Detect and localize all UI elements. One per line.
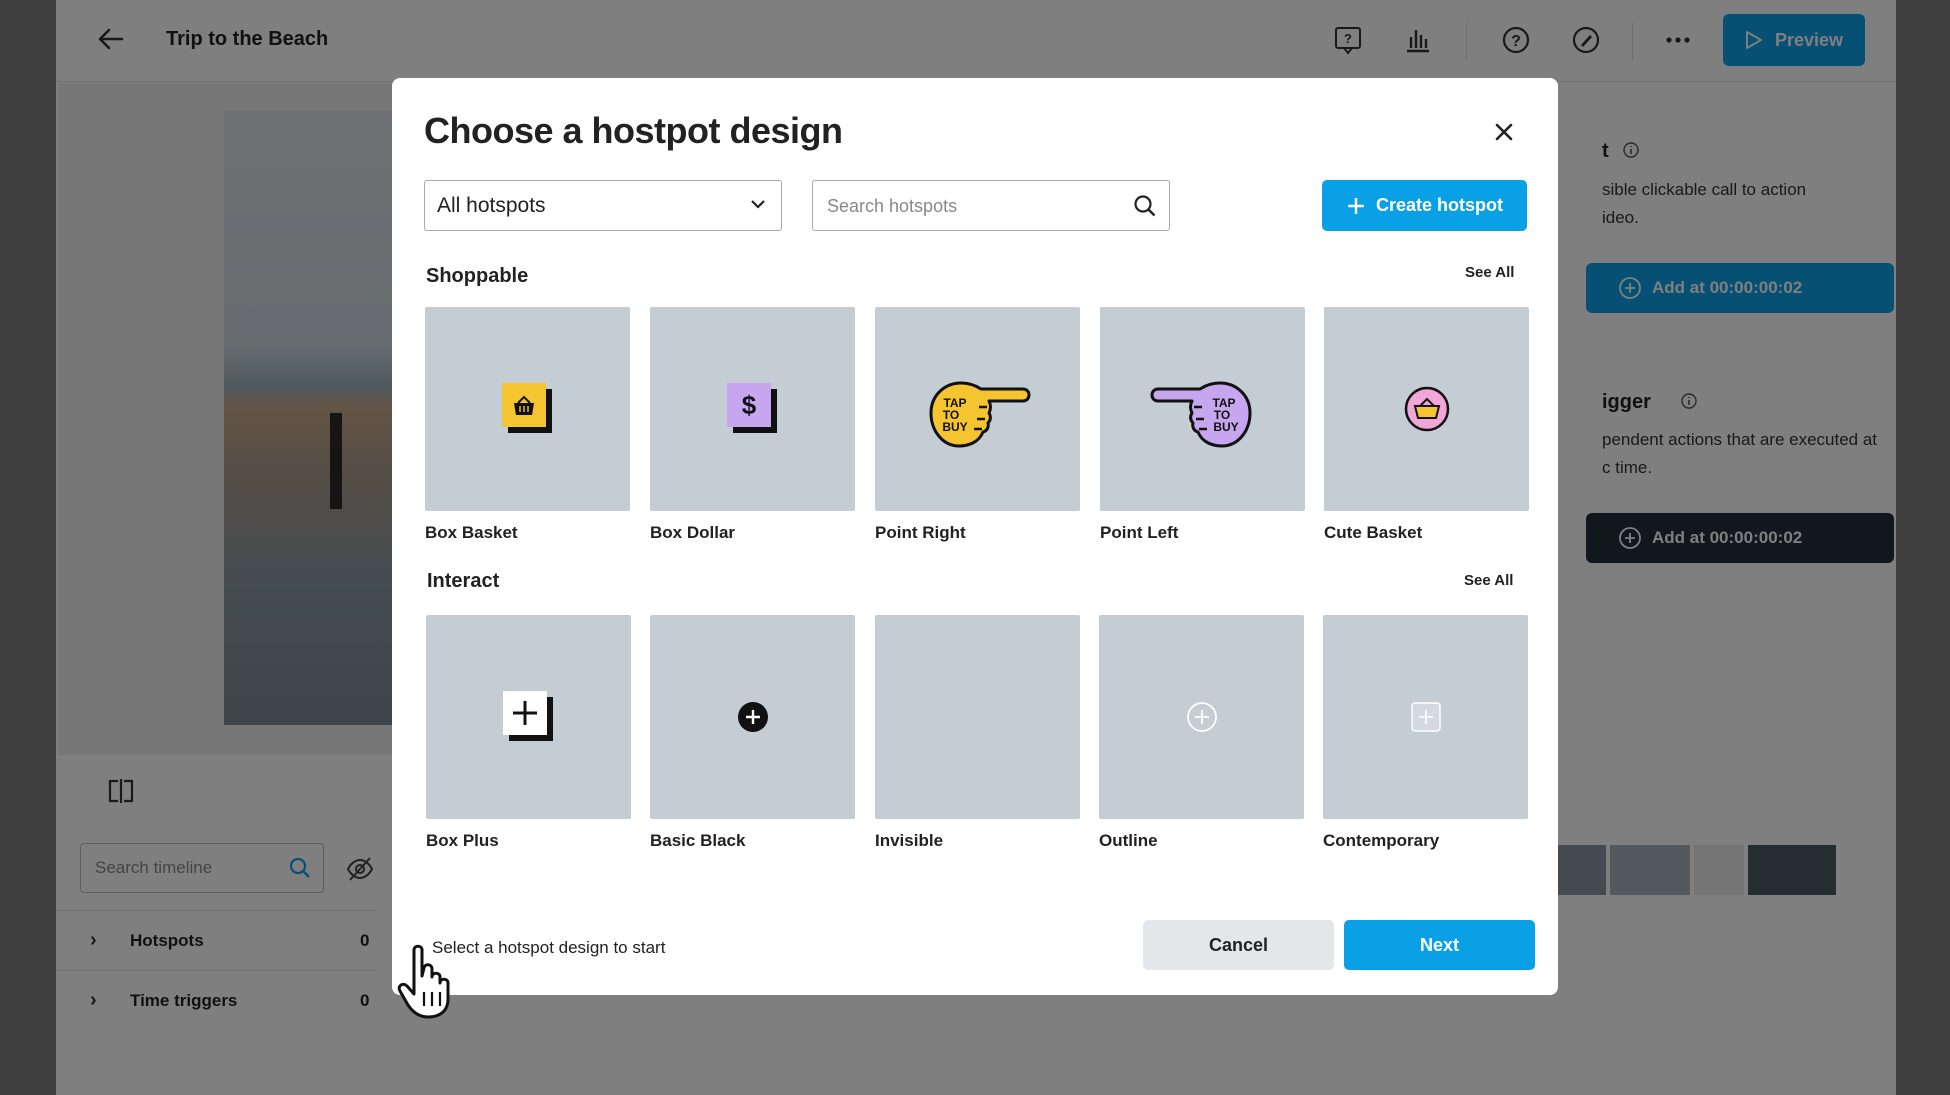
chevron-down-icon (751, 200, 765, 209)
next-button[interactable]: Next (1344, 920, 1535, 970)
plus-icon (1347, 197, 1364, 214)
card-label: Invisible (875, 831, 944, 850)
card-label: Cute Basket (1324, 523, 1423, 542)
hotspot-card-box-dollar[interactable]: $ Box Dollar (650, 307, 855, 543)
hand-cursor-icon (397, 944, 450, 1019)
close-icon[interactable] (1492, 120, 1516, 144)
card-label: Box Basket (425, 523, 518, 542)
section-title-shoppable: Shoppable (426, 265, 529, 287)
card-label: Outline (1099, 831, 1158, 850)
hotspot-card-outline[interactable]: Outline (1099, 615, 1304, 851)
card-label: Basic Black (650, 831, 746, 850)
see-all-interact-link[interactable]: See All (1464, 572, 1513, 589)
dialog-title: Choose a hostpot design (424, 110, 843, 151)
card-label: Point Right (875, 523, 966, 542)
footer-hint: Select a hotspot design to start (432, 938, 666, 957)
see-all-shoppable-link[interactable]: See All (1465, 264, 1514, 281)
hotspot-card-invisible[interactable]: Invisible (875, 615, 1080, 851)
section-title-interact: Interact (427, 570, 500, 592)
hotspot-card-point-right[interactable]: TAP TO BUY Point Right (875, 307, 1080, 543)
svg-text:BUY: BUY (942, 420, 967, 434)
contemporary-plus-icon (1410, 702, 1441, 732)
card-label: Point Left (1100, 523, 1179, 542)
create-hotspot-button[interactable]: Create hotspot (1322, 180, 1527, 231)
hotspot-card-contemporary[interactable]: Contemporary (1323, 615, 1528, 851)
hotspot-card-cute-basket[interactable]: Cute Basket (1324, 307, 1529, 543)
hotspot-card-box-plus[interactable]: Box Plus (426, 615, 631, 851)
svg-text:BUY: BUY (1213, 420, 1238, 434)
search-icon (1134, 195, 1156, 217)
card-label: Box Plus (426, 831, 499, 850)
cute-basket-icon (1404, 386, 1449, 432)
card-label: Box Dollar (650, 523, 736, 542)
point-right-icon: TAP TO BUY (929, 381, 1030, 448)
box-plus-icon (502, 691, 553, 741)
point-left-icon: TAP TO BUY (1150, 381, 1251, 448)
hotspot-card-basic-black[interactable]: Basic Black (650, 615, 855, 851)
box-basket-icon (501, 383, 552, 433)
card-label: Contemporary (1323, 831, 1440, 850)
hotspot-card-box-basket[interactable]: Box Basket (425, 307, 630, 543)
basic-black-icon (737, 702, 768, 732)
cancel-button[interactable]: Cancel (1143, 920, 1334, 970)
box-dollar-icon: $ (726, 383, 777, 433)
hotspot-search-input[interactable]: Search hotspots (812, 180, 1170, 231)
hotspot-card-point-left[interactable]: TAP TO BUY Point Left (1100, 307, 1305, 543)
hotspot-design-dialog: Choose a hostpot design All hotspots Sea… (392, 78, 1558, 995)
svg-text:$: $ (741, 390, 756, 420)
hotspot-filter-select[interactable]: All hotspots (424, 180, 782, 231)
outline-plus-icon (1186, 702, 1217, 732)
